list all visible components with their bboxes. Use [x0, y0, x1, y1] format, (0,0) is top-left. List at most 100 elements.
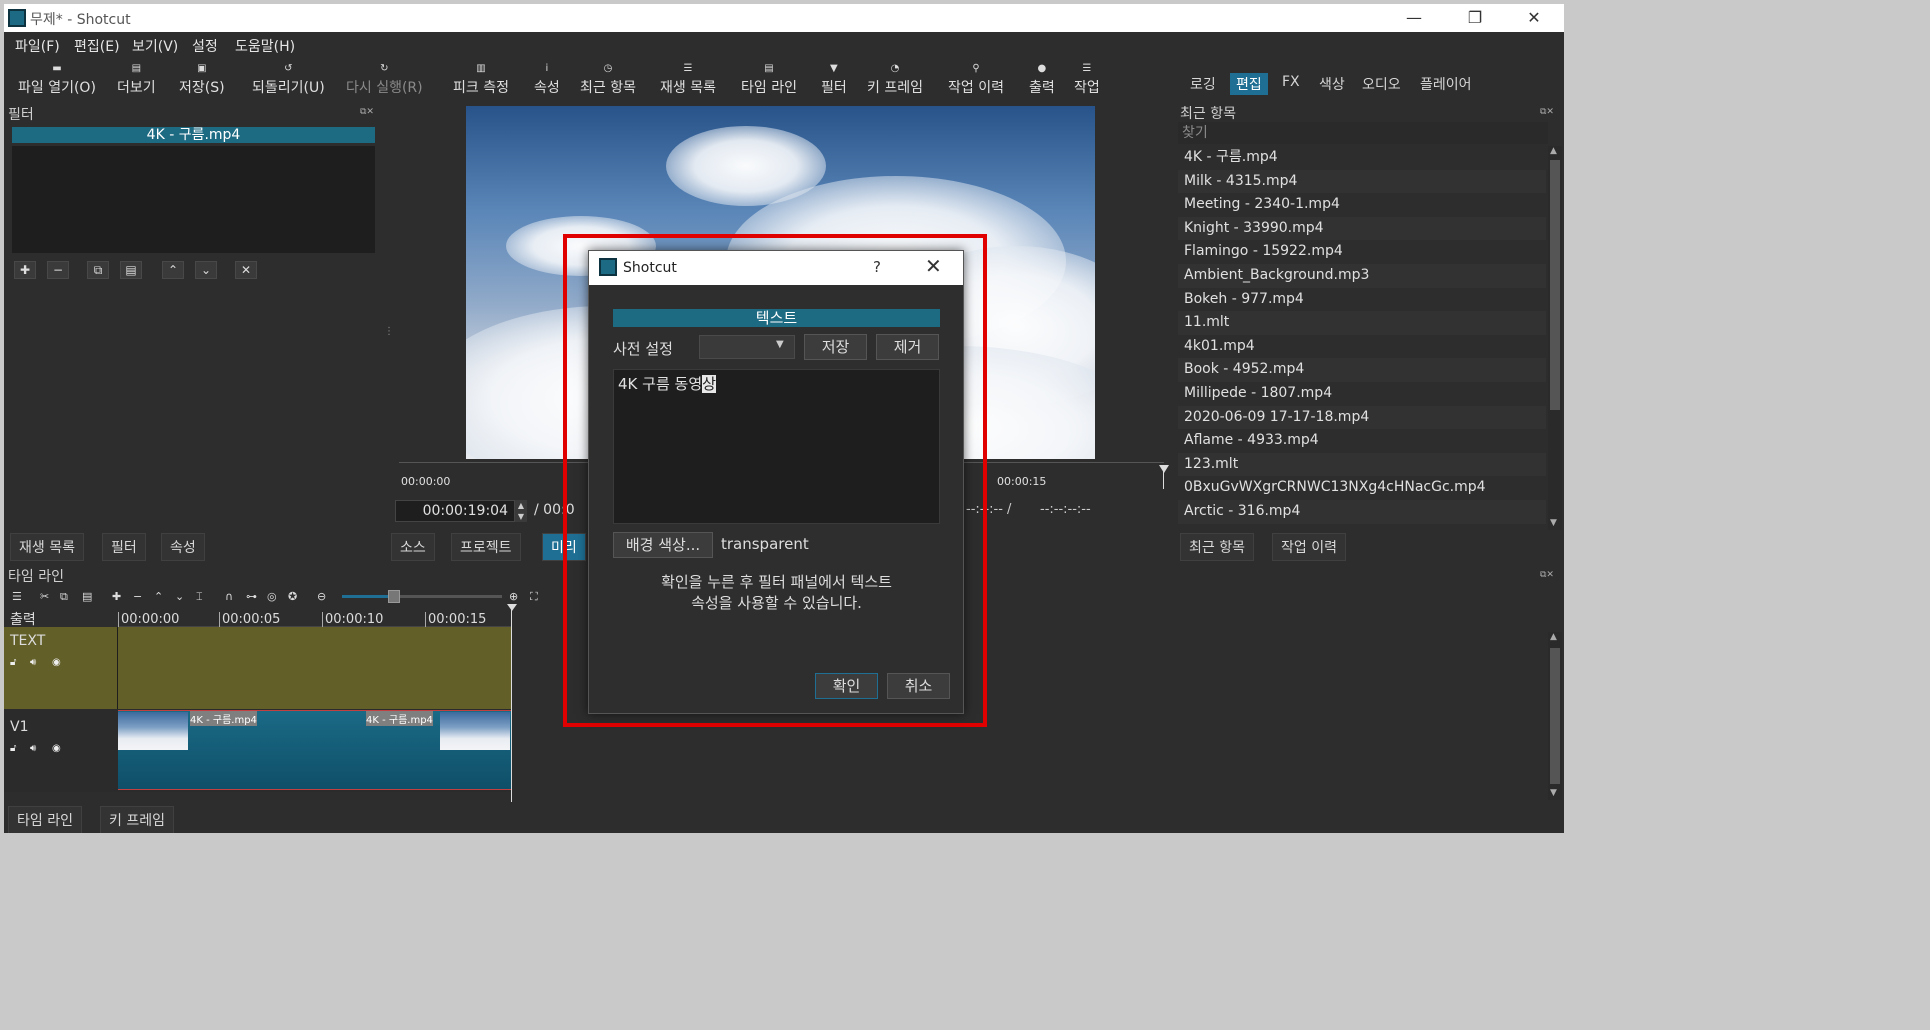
- menu-file[interactable]: 파일(F): [15, 36, 60, 56]
- move-up-button[interactable]: ⌃: [162, 261, 184, 279]
- zoom-slider[interactable]: [342, 590, 502, 603]
- copy-filter-button[interactable]: ⧉: [87, 261, 109, 279]
- workspace-editing[interactable]: 편집: [1230, 73, 1268, 95]
- preset-save-button[interactable]: 저장: [804, 334, 867, 360]
- menu-edit[interactable]: 편집(E): [74, 36, 120, 56]
- restore-button[interactable]: ❐: [1452, 4, 1498, 32]
- snap-icon[interactable]: ∩: [225, 590, 233, 603]
- deselect-filter-button[interactable]: ✕: [235, 261, 257, 279]
- paste-icon[interactable]: ▤: [82, 590, 92, 603]
- zoom-slider-handle[interactable]: [388, 590, 400, 603]
- list-item[interactable]: Aflame - 4933.mp4: [1178, 429, 1546, 453]
- filter-list[interactable]: [12, 146, 375, 253]
- preset-remove-button[interactable]: 제거: [876, 334, 939, 360]
- scroll-up-icon[interactable]: ▲: [1550, 632, 1557, 642]
- tab-timeline[interactable]: 타임 라인: [8, 806, 82, 833]
- timeline-menu-icon[interactable]: ☰: [12, 590, 22, 603]
- remove-filter-button[interactable]: −: [47, 261, 69, 279]
- text-track[interactable]: TEXT 🔓︎ 🔊︎ ◉: [4, 627, 512, 709]
- add-filter-button[interactable]: ✚: [14, 261, 36, 279]
- tab-keyframes[interactable]: 키 프레임: [100, 806, 174, 833]
- list-item[interactable]: 4k01.mp4: [1178, 335, 1546, 359]
- lock-icon[interactable]: 🔓︎: [10, 657, 16, 668]
- cut-icon[interactable]: ✂: [40, 590, 49, 603]
- scroll-thumb[interactable]: [1550, 160, 1560, 410]
- splitter-handle[interactable]: ⋮: [384, 326, 394, 337]
- list-item[interactable]: 123.mlt: [1178, 452, 1546, 477]
- scroll-up-icon[interactable]: ▲: [1550, 146, 1557, 156]
- list-item[interactable]: 0BxuGvWXgrCRNWC13NXg4cHNacGc.mp4: [1178, 476, 1546, 500]
- menu-settings[interactable]: 설정: [192, 36, 218, 56]
- lock-icon[interactable]: 🔓︎: [10, 743, 16, 754]
- recent-scrollbar[interactable]: ▲ ▼: [1548, 146, 1562, 530]
- zoom-in-icon[interactable]: ⊕: [509, 590, 518, 603]
- export-button[interactable]: ● 출력: [1029, 63, 1055, 97]
- timeline-button[interactable]: ▤ 타임 라인: [741, 63, 797, 97]
- list-item[interactable]: Bokeh - 977.mp4: [1178, 288, 1546, 312]
- background-color-button[interactable]: 배경 색상...: [613, 532, 713, 558]
- lift-icon[interactable]: ⌃: [154, 590, 163, 603]
- overwrite-icon[interactable]: ⌄: [175, 590, 184, 603]
- append-icon[interactable]: ✚: [112, 590, 121, 603]
- peak-meter-button[interactable]: ▥ 피크 측정: [453, 63, 509, 97]
- undo-button[interactable]: ↺ 되돌리기(U): [252, 63, 325, 97]
- scroll-thumb[interactable]: [1550, 648, 1560, 784]
- text-input-area[interactable]: 4K 구름 동영상: [613, 369, 940, 524]
- dialog-close-button[interactable]: ✕: [925, 254, 942, 278]
- list-item[interactable]: 11.mlt: [1178, 311, 1546, 335]
- scroll-down-icon[interactable]: ▼: [1550, 518, 1557, 528]
- workspace-color[interactable]: 색상: [1313, 73, 1351, 95]
- remove-icon[interactable]: −: [133, 590, 142, 603]
- paste-filter-button[interactable]: ▤: [120, 261, 142, 279]
- tab-project[interactable]: 프로젝트: [451, 533, 521, 561]
- dock-float-icon[interactable]: ⧉✕: [1540, 107, 1554, 117]
- tab-recent[interactable]: 최근 항목: [1180, 533, 1254, 561]
- copy-icon[interactable]: ⧉: [60, 590, 68, 604]
- list-item[interactable]: Flamingo - 15922.mp4: [1178, 240, 1546, 264]
- close-button[interactable]: ✕: [1511, 4, 1557, 32]
- ripple-icon[interactable]: ◎: [267, 590, 277, 603]
- filter-button[interactable]: ▼ 필터: [821, 63, 847, 97]
- list-item[interactable]: 4K - 구름.mp4: [1178, 146, 1546, 170]
- list-item[interactable]: Millipede - 1807.mp4: [1178, 382, 1546, 406]
- list-item[interactable]: Arctic - 316.mp4: [1178, 499, 1546, 524]
- menu-view[interactable]: 보기(V): [132, 36, 178, 56]
- help-button[interactable]: ?: [873, 258, 881, 276]
- timeline-playhead[interactable]: [511, 608, 512, 802]
- eye-icon[interactable]: ◉: [52, 657, 61, 668]
- list-item[interactable]: Ambient_Background.mp3: [1178, 263, 1546, 288]
- zoom-fit-icon[interactable]: ⛶: [530, 590, 538, 604]
- tab-filters[interactable]: 필터: [102, 533, 146, 561]
- workspace-audio[interactable]: 오디오: [1356, 73, 1407, 95]
- save-button[interactable]: ▣ 저장(S): [179, 63, 225, 97]
- move-down-button[interactable]: ⌄: [195, 261, 217, 279]
- keyframes-button[interactable]: ◔ 키 프레임: [867, 63, 923, 97]
- tab-jobs[interactable]: 작업 이력: [1272, 533, 1346, 561]
- minimize-button[interactable]: —: [1391, 4, 1437, 32]
- scroll-down-icon[interactable]: ▼: [1550, 788, 1557, 798]
- jobs-history-button[interactable]: ⚲ 작업 이력: [948, 63, 1004, 97]
- timeline-scrollbar[interactable]: ▲ ▼: [1548, 632, 1562, 800]
- tab-source[interactable]: 소스: [391, 533, 435, 561]
- workspace-fx[interactable]: FX: [1276, 73, 1306, 91]
- mute-icon[interactable]: 🔊︎: [30, 743, 36, 754]
- properties-button[interactable]: i 속성: [534, 63, 560, 97]
- ripple-all-icon[interactable]: ✪: [288, 590, 297, 603]
- list-item[interactable]: Milk - 4315.mp4: [1178, 169, 1546, 194]
- tab-playlist[interactable]: 재생 목록: [10, 533, 84, 561]
- menu-help[interactable]: 도움말(H): [235, 36, 295, 56]
- scrub-icon[interactable]: ⊶: [246, 590, 257, 603]
- split-icon[interactable]: ⌶: [196, 590, 203, 604]
- zoom-out-icon[interactable]: ⊖: [317, 590, 326, 603]
- list-item[interactable]: Knight - 33990.mp4: [1178, 216, 1546, 241]
- cancel-button[interactable]: 취소: [887, 673, 950, 699]
- recent-button[interactable]: ◷ 최근 항목: [580, 63, 636, 97]
- playlist-button[interactable]: ☰ 재생 목록: [660, 63, 716, 97]
- ok-button[interactable]: 확인: [815, 673, 878, 699]
- open-file-button[interactable]: ▬ 파일 열기(O): [18, 63, 96, 97]
- preset-dropdown[interactable]: ▼: [699, 335, 795, 359]
- workspace-logging[interactable]: 로깅: [1184, 73, 1222, 95]
- dock-float-icon[interactable]: ⧉✕: [1540, 570, 1554, 580]
- mute-icon[interactable]: 🔊︎: [30, 657, 36, 668]
- timecode-spinner[interactable]: ▲ ▼: [515, 500, 527, 522]
